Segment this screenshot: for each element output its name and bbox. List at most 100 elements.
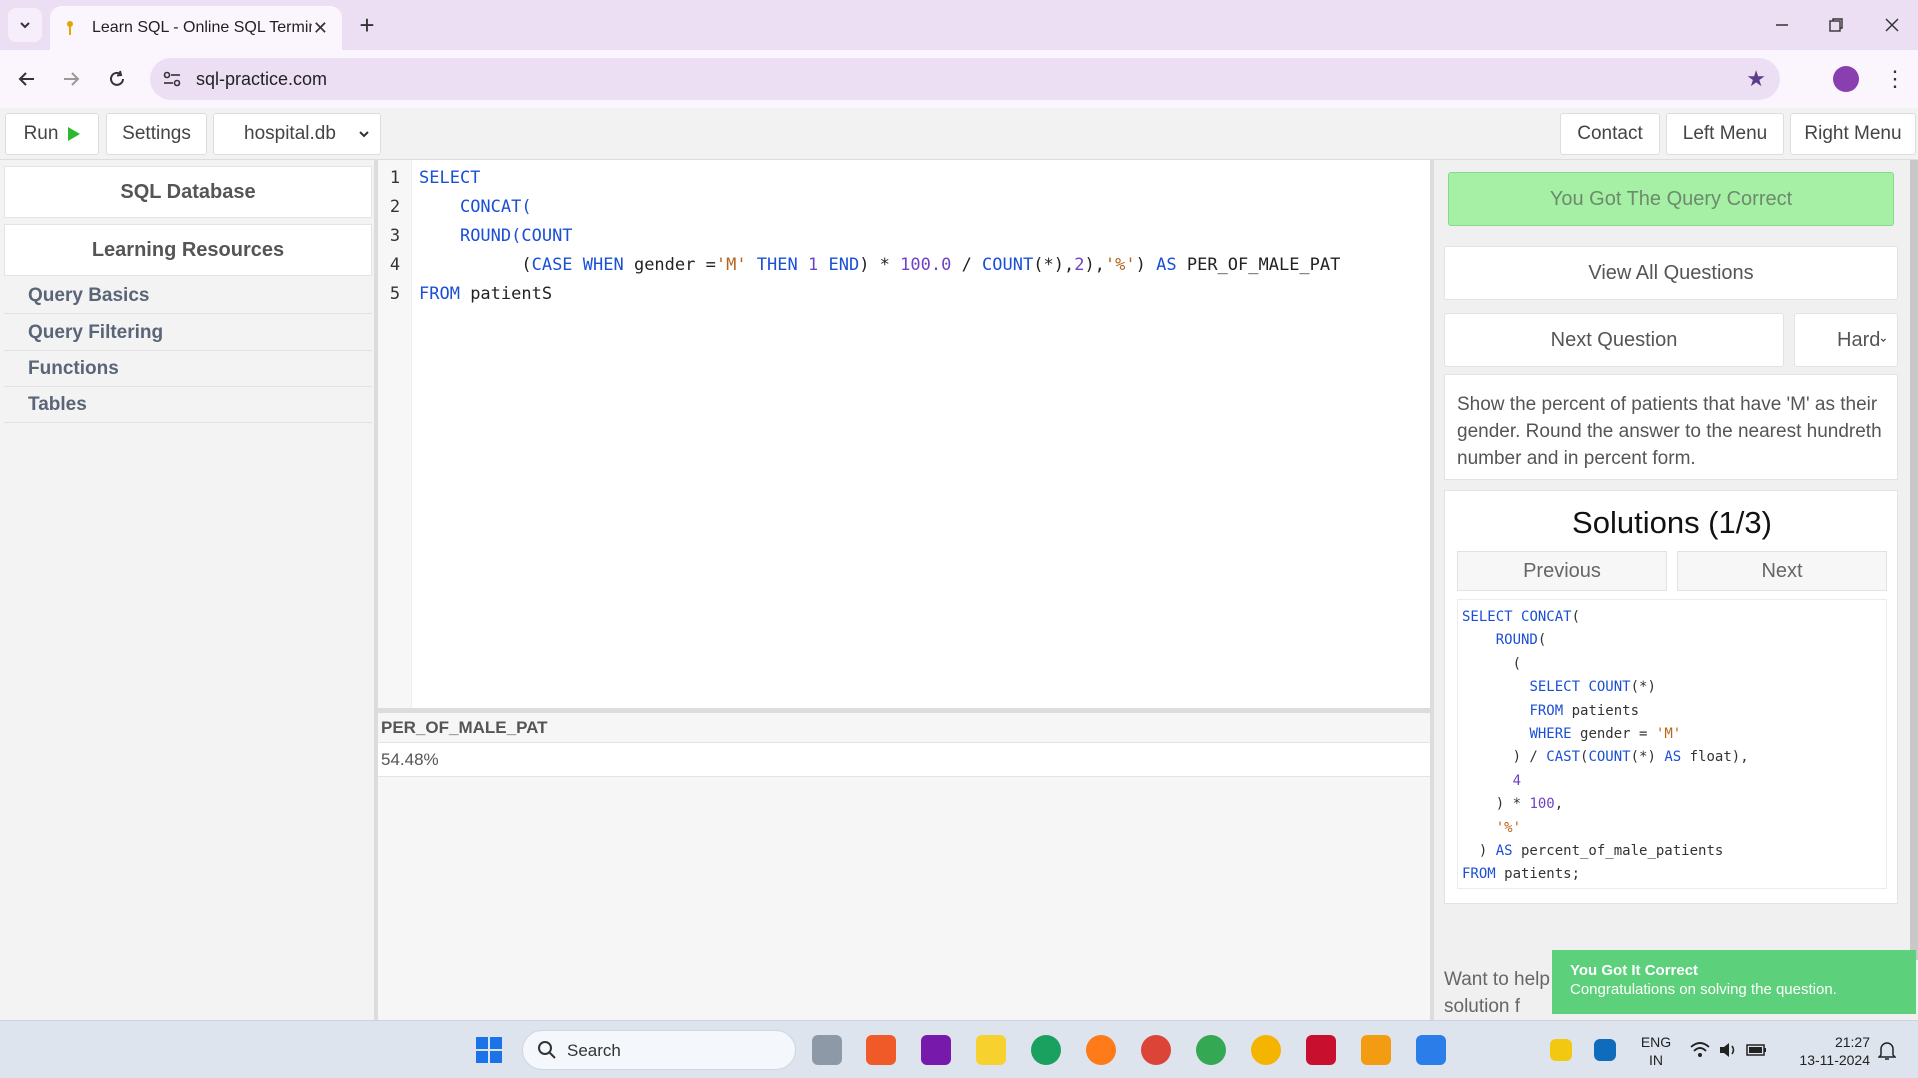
sticky-notes-icon[interactable] (976, 1035, 1006, 1065)
right-menu-button[interactable]: Right Menu (1790, 113, 1916, 155)
close-tab-icon[interactable]: ✕ (313, 18, 328, 39)
chevron-down-icon (20, 22, 30, 29)
solution-code-line: 4 (1512, 772, 1522, 789)
minimize-icon (1776, 24, 1788, 26)
windows-start-icon[interactable] (474, 1035, 504, 1065)
close-window-button[interactable] (1872, 10, 1912, 40)
sidebar-item-functions[interactable]: Functions (4, 351, 372, 387)
code-token: ) (1135, 255, 1157, 275)
solution-code-line: ( (1462, 655, 1522, 672)
brave-browser-icon[interactable] (866, 1035, 896, 1065)
browser-menu-icon[interactable]: ⋮ (1884, 66, 1906, 92)
forward-button[interactable] (56, 64, 86, 94)
browser-tab[interactable]: Learn SQL - Online SQL Terminal ✕ (50, 6, 342, 50)
chrome-profile-icon[interactable] (1196, 1035, 1226, 1065)
edge-browser-icon[interactable] (1031, 1035, 1061, 1065)
photos-icon[interactable] (1416, 1035, 1446, 1065)
back-button[interactable] (12, 64, 42, 94)
tab-search-button[interactable] (8, 8, 42, 42)
new-tab-button[interactable]: + (352, 10, 382, 41)
query-correct-banner: You Got The Query Correct (1448, 172, 1894, 226)
keyword: FROM (419, 284, 460, 304)
code-token: ), (1084, 255, 1105, 275)
code-token: (*), (1033, 255, 1075, 275)
clock[interactable]: 21:27 13-11-2024 (1774, 1033, 1870, 1069)
learning-resources-header[interactable]: Learning Resources (4, 224, 372, 276)
volume-icon[interactable] (1718, 1041, 1738, 1059)
task-view-icon[interactable] (812, 1035, 842, 1065)
next-solution-button[interactable]: Next (1677, 551, 1887, 591)
bookmark-star-icon[interactable]: ★ (1746, 66, 1766, 92)
solution-code-line: ROUND( (1495, 632, 1547, 649)
line-number-gutter: 1 2 3 4 5 (378, 160, 412, 708)
code-token: ( (419, 255, 532, 275)
sidebar-item-query-filtering[interactable]: Query Filtering (4, 315, 372, 351)
profile-avatar[interactable] (1833, 66, 1859, 92)
tray-app-icon[interactable] (1550, 1039, 1572, 1061)
solution-code-line: FROM patients (1529, 702, 1640, 719)
language-indicator[interactable]: ENG IN (1634, 1033, 1678, 1069)
toast-message: Congratulations on solving the question. (1570, 981, 1837, 998)
number-literal: 2 (1074, 255, 1085, 275)
number-literal: 100.0 (900, 255, 952, 275)
keyword: THEN (746, 255, 808, 275)
left-menu-button[interactable]: Left Menu (1666, 113, 1784, 155)
question-text: Show the percent of patients that have '… (1444, 374, 1898, 480)
battery-icon[interactable] (1746, 1042, 1768, 1058)
notification-bell-icon[interactable] (1878, 1041, 1896, 1061)
database-select[interactable]: hospital.db (213, 113, 381, 155)
view-all-questions-button[interactable]: View All Questions (1444, 246, 1898, 300)
line-number: 3 (389, 226, 401, 246)
windows-taskbar: Search ENG IN 21:27 13-11-2024 (0, 1020, 1918, 1078)
solution-code-line: ) AS percent_of_male_patients (1462, 842, 1724, 859)
sql-database-header[interactable]: SQL Database (4, 166, 372, 218)
chrome-profile-icon[interactable] (1251, 1035, 1281, 1065)
sublime-text-icon[interactable] (1361, 1035, 1391, 1065)
toast-title: You Got It Correct (1570, 962, 1699, 979)
sidebar-item-tables[interactable]: Tables (4, 387, 372, 423)
site-info-icon[interactable] (162, 69, 182, 89)
sql-editor[interactable]: 1 2 3 4 5 SELECT CONCAT( ROUND(COUNT (CA… (378, 160, 1430, 708)
firefox-icon[interactable] (1086, 1035, 1116, 1065)
settings-button[interactable]: Settings (106, 113, 207, 155)
restore-icon (1829, 18, 1843, 32)
code-line-5: FROM patientS (419, 284, 552, 304)
contact-button[interactable]: Contact (1560, 113, 1660, 155)
right-panel-scrollbar[interactable] (1910, 160, 1918, 960)
solution-code-line: SELECT COUNT(*) (1529, 679, 1656, 696)
difficulty-select[interactable]: Hard (1794, 313, 1898, 367)
function-name: ROUND(COUNT (459, 226, 573, 246)
string-literal: '%' (1104, 255, 1136, 275)
left-sidebar: SQL Database Learning Resources Query Ba… (0, 160, 374, 1020)
arrow-left-icon (18, 72, 34, 86)
chevron-down-icon (359, 131, 369, 138)
chrome-icon[interactable] (1141, 1035, 1171, 1065)
snipping-tool-icon[interactable] (1306, 1035, 1336, 1065)
line-number: 2 (389, 197, 401, 217)
wifi-icon[interactable] (1690, 1041, 1710, 1059)
previous-solution-button[interactable]: Previous (1457, 551, 1667, 591)
reload-button[interactable] (102, 64, 132, 94)
address-bar[interactable]: sql-practice.com ★ (150, 58, 1780, 100)
sidebar-item-query-basics[interactable]: Query Basics (4, 278, 372, 314)
onenote-icon[interactable] (921, 1035, 951, 1065)
query-results: PER_OF_MALE_PAT 54.48% (378, 713, 1430, 1020)
taskbar-search[interactable]: Search (522, 1030, 796, 1070)
success-toast[interactable]: You Got It Correct Congratulations on so… (1552, 950, 1916, 1014)
code-line-1: SELECT (419, 168, 480, 188)
code-token: / (951, 255, 983, 275)
code-token: gender = (623, 255, 716, 275)
contact-label: Contact (1577, 123, 1643, 144)
run-button[interactable]: Run (5, 113, 99, 155)
code-line-4: (CASE WHEN gender ='M' THEN 1 END) * 100… (419, 255, 1340, 275)
defender-icon[interactable] (1594, 1039, 1616, 1061)
app-toolbar: Run Settings hospital.db Contact Left Me… (0, 108, 1918, 160)
minimize-button[interactable] (1762, 10, 1802, 40)
keyword: COUNT (982, 255, 1034, 275)
restore-button[interactable] (1816, 10, 1856, 40)
left-menu-label: Left Menu (1682, 123, 1768, 144)
next-question-button[interactable]: Next Question (1444, 313, 1784, 367)
tab-title: Learn SQL - Online SQL Terminal (92, 19, 312, 36)
time-text: 21:27 (1834, 1034, 1870, 1050)
